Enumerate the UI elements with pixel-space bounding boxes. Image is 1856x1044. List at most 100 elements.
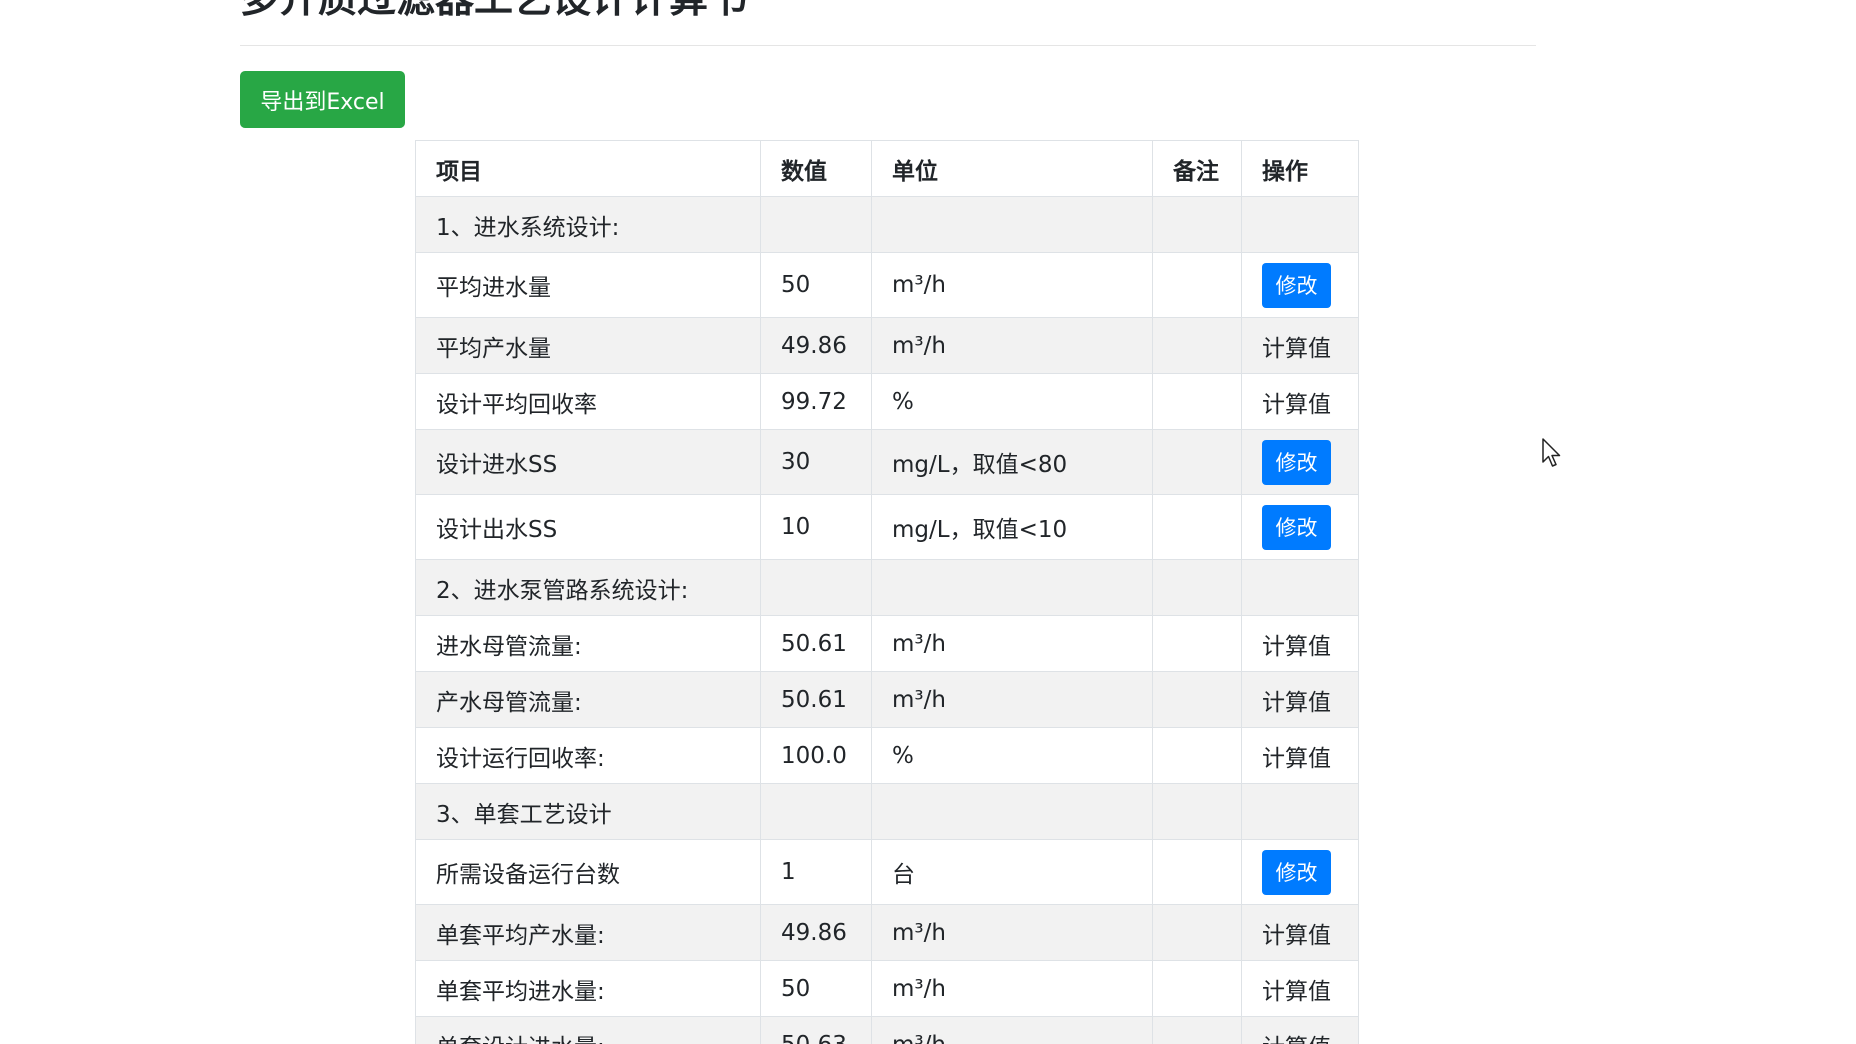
cell-remark [1152,783,1242,840]
cell-unit: % [871,373,1153,430]
cell-unit: mg/L，取值<80 [871,429,1153,495]
cell-remark [1152,904,1242,961]
cell-unit: 台 [871,839,1153,905]
cell-action: 计算值 [1241,373,1359,430]
cell-remark [1152,727,1242,784]
cell-item: 所需设备运行台数 [415,839,761,905]
column-header-unit: 单位 [871,140,1153,197]
cell-remark [1152,373,1242,430]
cell-item: 平均进水量 [415,252,761,318]
table-row: 单套平均产水量: 49.86 m³/h 计算值 [415,904,1359,961]
cell-remark [1152,252,1242,318]
cell-remark [1152,196,1242,253]
cell-unit: m³/h [871,1016,1153,1044]
mouse-pointer-icon [1542,438,1561,467]
table-row: 平均产水量 49.86 m³/h 计算值 [415,317,1359,374]
cell-value [760,196,872,253]
cell-action [1241,783,1359,840]
edit-button[interactable]: 修改 [1262,439,1331,485]
cell-remark [1152,960,1242,1017]
cell-action: 修改 [1241,839,1359,905]
cell-remark [1152,429,1242,495]
table-row: 设计进水SS 30 mg/L，取值<80 修改 [415,429,1359,495]
cell-item: 3、单套工艺设计 [415,783,761,840]
table-row: 单套平均进水量: 50 m³/h 计算值 [415,960,1359,1017]
cell-action: 计算值 [1241,671,1359,728]
export-excel-button[interactable]: 导出到Excel [240,71,405,128]
section-row: 1、进水系统设计: [415,196,1359,253]
calculation-table: 项目 数值 单位 备注 操作 1、进水系统设计: 平均进水量 50 m³/h 修… [415,140,1359,1044]
section-row: 3、单套工艺设计 [415,783,1359,840]
cell-item: 1、进水系统设计: [415,196,761,253]
cell-remark [1152,559,1242,616]
cell-item: 设计运行回收率: [415,727,761,784]
cell-item: 单套平均产水量: [415,904,761,961]
cell-action: 计算值 [1241,960,1359,1017]
title-divider [240,45,1536,46]
cell-remark [1152,839,1242,905]
cell-action: 计算值 [1241,1016,1359,1044]
cell-action: 计算值 [1241,727,1359,784]
cell-action: 修改 [1241,252,1359,318]
cell-value: 50 [760,960,872,1017]
cell-item: 进水母管流量: [415,615,761,672]
cell-value: 50.61 [760,615,872,672]
cell-value: 49.86 [760,317,872,374]
cell-action [1241,559,1359,616]
cell-unit: % [871,727,1153,784]
cell-item: 平均产水量 [415,317,761,374]
cell-value: 30 [760,429,872,495]
cell-item: 产水母管流量: [415,671,761,728]
cell-value: 50.63 [760,1016,872,1044]
cell-action [1241,196,1359,253]
column-header-remark: 备注 [1152,140,1242,197]
section-row: 2、进水泵管路系统设计: [415,559,1359,616]
table-row: 设计平均回收率 99.72 % 计算值 [415,373,1359,430]
cell-remark [1152,1016,1242,1044]
cell-action: 计算值 [1241,904,1359,961]
page: 多介质过滤器工艺设计计算书 导出到Excel 项目 数值 单位 备注 操作 1、… [0,0,1856,1044]
cell-value [760,559,872,616]
cell-value: 49.86 [760,904,872,961]
cell-item: 设计平均回收率 [415,373,761,430]
cell-item: 单套设计进水量: [415,1016,761,1044]
cell-action: 修改 [1241,429,1359,495]
cell-remark [1152,317,1242,374]
table-row: 设计出水SS 10 mg/L，取值<10 修改 [415,494,1359,560]
edit-button[interactable]: 修改 [1262,504,1331,550]
table-row: 单套设计进水量: 50.63 m³/h 计算值 [415,1016,1359,1044]
table-row: 产水母管流量: 50.61 m³/h 计算值 [415,671,1359,728]
cell-item: 设计出水SS [415,494,761,560]
page-title: 多介质过滤器工艺设计计算书 [240,0,747,24]
cell-value: 10 [760,494,872,560]
cell-remark [1152,671,1242,728]
cell-action: 计算值 [1241,615,1359,672]
cell-unit: m³/h [871,615,1153,672]
cell-remark [1152,615,1242,672]
cell-value: 1 [760,839,872,905]
cell-value: 99.72 [760,373,872,430]
cell-value: 50.61 [760,671,872,728]
table-row: 平均进水量 50 m³/h 修改 [415,252,1359,318]
table-row: 进水母管流量: 50.61 m³/h 计算值 [415,615,1359,672]
column-header-item: 项目 [415,140,761,197]
cell-item: 单套平均进水量: [415,960,761,1017]
cell-unit [871,783,1153,840]
cell-unit: m³/h [871,904,1153,961]
cell-unit: m³/h [871,960,1153,1017]
cell-unit: m³/h [871,317,1153,374]
edit-button[interactable]: 修改 [1262,262,1331,308]
table-header-row: 项目 数值 单位 备注 操作 [415,140,1359,197]
cell-unit: m³/h [871,671,1153,728]
cell-unit: m³/h [871,252,1153,318]
cell-unit [871,559,1153,616]
column-header-value: 数值 [760,140,872,197]
cell-value: 50 [760,252,872,318]
edit-button[interactable]: 修改 [1262,849,1331,895]
cell-value: 100.0 [760,727,872,784]
cell-unit [871,196,1153,253]
cell-action: 计算值 [1241,317,1359,374]
cell-unit: mg/L，取值<10 [871,494,1153,560]
table-row: 所需设备运行台数 1 台 修改 [415,839,1359,905]
cell-action: 修改 [1241,494,1359,560]
